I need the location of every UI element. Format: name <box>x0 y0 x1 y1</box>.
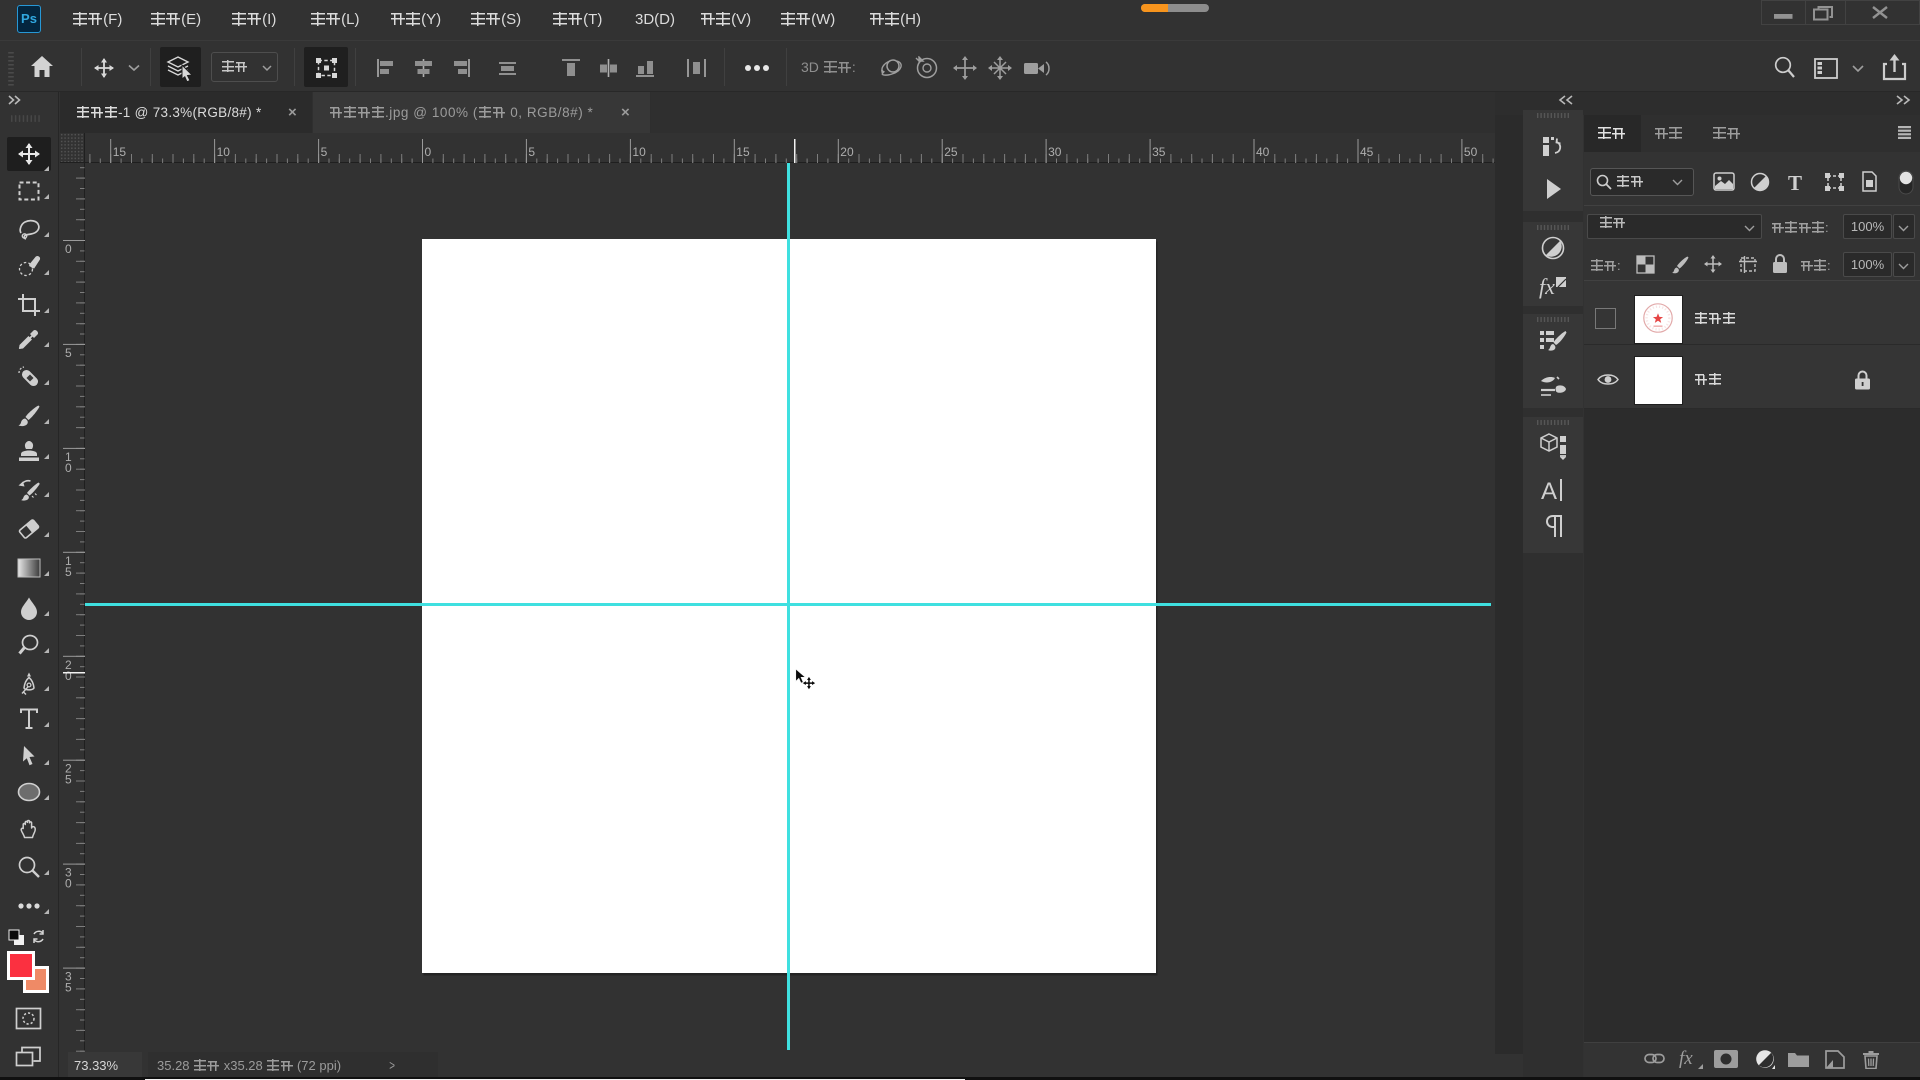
svg-text:15: 15 <box>113 145 127 159</box>
svg-text:fx: fx <box>1679 1048 1693 1069</box>
svg-text:0: 0 <box>425 145 432 159</box>
svg-text:5: 5 <box>65 346 72 360</box>
svg-text:30: 30 <box>1048 145 1062 159</box>
svg-text:5: 5 <box>65 981 72 995</box>
svg-text:0: 0 <box>65 669 72 683</box>
svg-text:0: 0 <box>65 877 72 891</box>
svg-text:5: 5 <box>65 773 72 787</box>
svg-text:5: 5 <box>321 145 328 159</box>
svg-text:A: A <box>1541 478 1557 503</box>
svg-text:50: 50 <box>1464 145 1478 159</box>
svg-text:5: 5 <box>65 565 72 579</box>
svg-text:15: 15 <box>736 145 750 159</box>
svg-text:40: 40 <box>1256 145 1270 159</box>
svg-text:10: 10 <box>632 145 646 159</box>
svg-text:45: 45 <box>1360 145 1374 159</box>
svg-text:0: 0 <box>65 242 72 256</box>
svg-text:10: 10 <box>217 145 231 159</box>
svg-text:35: 35 <box>1152 145 1166 159</box>
svg-text:0: 0 <box>65 461 72 475</box>
svg-text:20: 20 <box>840 145 854 159</box>
svg-text:5: 5 <box>528 145 535 159</box>
svg-text:25: 25 <box>944 145 958 159</box>
svg-text:fx: fx <box>1539 274 1555 299</box>
